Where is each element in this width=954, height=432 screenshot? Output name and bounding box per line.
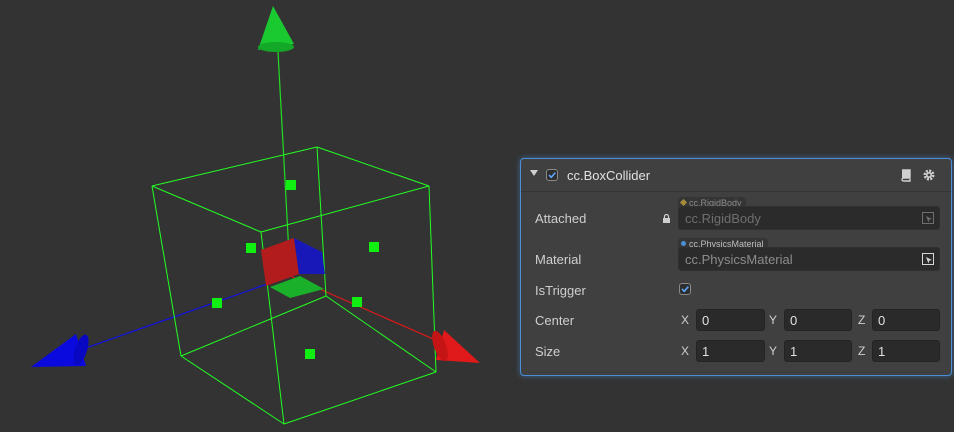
material-row: Material cc.PhysicsMaterial cc.PhysicsMa…: [521, 238, 951, 272]
z-axis-arrow[interactable]: [31, 333, 92, 367]
component-title: cc.BoxCollider: [567, 168, 651, 183]
handle-back: [352, 297, 362, 307]
z-axis-line: [79, 275, 291, 351]
istrigger-row: IsTrigger: [521, 277, 951, 305]
size-row: Size X 1 Y 1 Z 1: [521, 338, 951, 366]
box-collider-inspector: cc.BoxCollider Attached cc.RigidBody cc.…: [520, 158, 952, 376]
center-y-input[interactable]: 0: [784, 309, 852, 331]
zy-plane-handle[interactable]: [294, 238, 325, 274]
size-y-input[interactable]: 1: [784, 340, 852, 362]
collapse-arrow-icon[interactable]: [530, 170, 538, 176]
center-y-axis-label: Y: [769, 313, 778, 327]
attached-label: Attached: [535, 211, 587, 226]
size-z-axis-label: Z: [858, 344, 866, 358]
center-x-axis-label: X: [681, 313, 690, 327]
material-field[interactable]: cc.PhysicsMaterial: [678, 247, 940, 271]
size-x-axis-label: X: [681, 344, 690, 358]
attached-value: cc.RigidBody: [685, 211, 761, 226]
handle-front: [246, 243, 256, 253]
size-y-axis-label: Y: [769, 344, 778, 358]
component-header[interactable]: cc.BoxCollider: [521, 159, 951, 192]
asset-locate-icon[interactable]: [922, 212, 934, 224]
help-book-icon[interactable]: [899, 168, 913, 182]
istrigger-checkbox[interactable]: [679, 283, 691, 295]
material-value: cc.PhysicsMaterial: [685, 252, 793, 267]
y-axis-arrow[interactable]: [258, 6, 294, 52]
component-enabled-checkbox[interactable]: [546, 169, 558, 181]
attached-row: Attached cc.RigidBody cc.RigidBody: [521, 197, 951, 231]
handle-bottom: [305, 349, 315, 359]
size-x-input[interactable]: 1: [696, 340, 765, 362]
size-label: Size: [535, 344, 561, 359]
y-axis-line: [277, 51, 291, 273]
handle-left: [212, 298, 222, 308]
handle-top: [286, 180, 296, 190]
asset-locate-icon[interactable]: [922, 253, 934, 265]
center-row: Center X 0 Y 0 Z 0: [521, 307, 951, 335]
material-label: Material: [535, 252, 582, 267]
size-z-input[interactable]: 1: [872, 340, 940, 362]
attached-field[interactable]: cc.RigidBody: [678, 206, 940, 230]
lock-icon: [663, 214, 670, 223]
gear-icon[interactable]: [922, 168, 936, 182]
x-axis-arrow[interactable]: [429, 329, 480, 363]
physics-material-type-icon: [681, 241, 686, 246]
center-z-input[interactable]: 0: [872, 309, 940, 331]
center-z-axis-label: Z: [858, 313, 866, 327]
center-x-input[interactable]: 0: [696, 309, 765, 331]
center-label: Center: [535, 313, 575, 328]
rigidbody-type-icon: [679, 198, 688, 207]
istrigger-label: IsTrigger: [535, 283, 586, 298]
handle-right: [369, 242, 379, 252]
